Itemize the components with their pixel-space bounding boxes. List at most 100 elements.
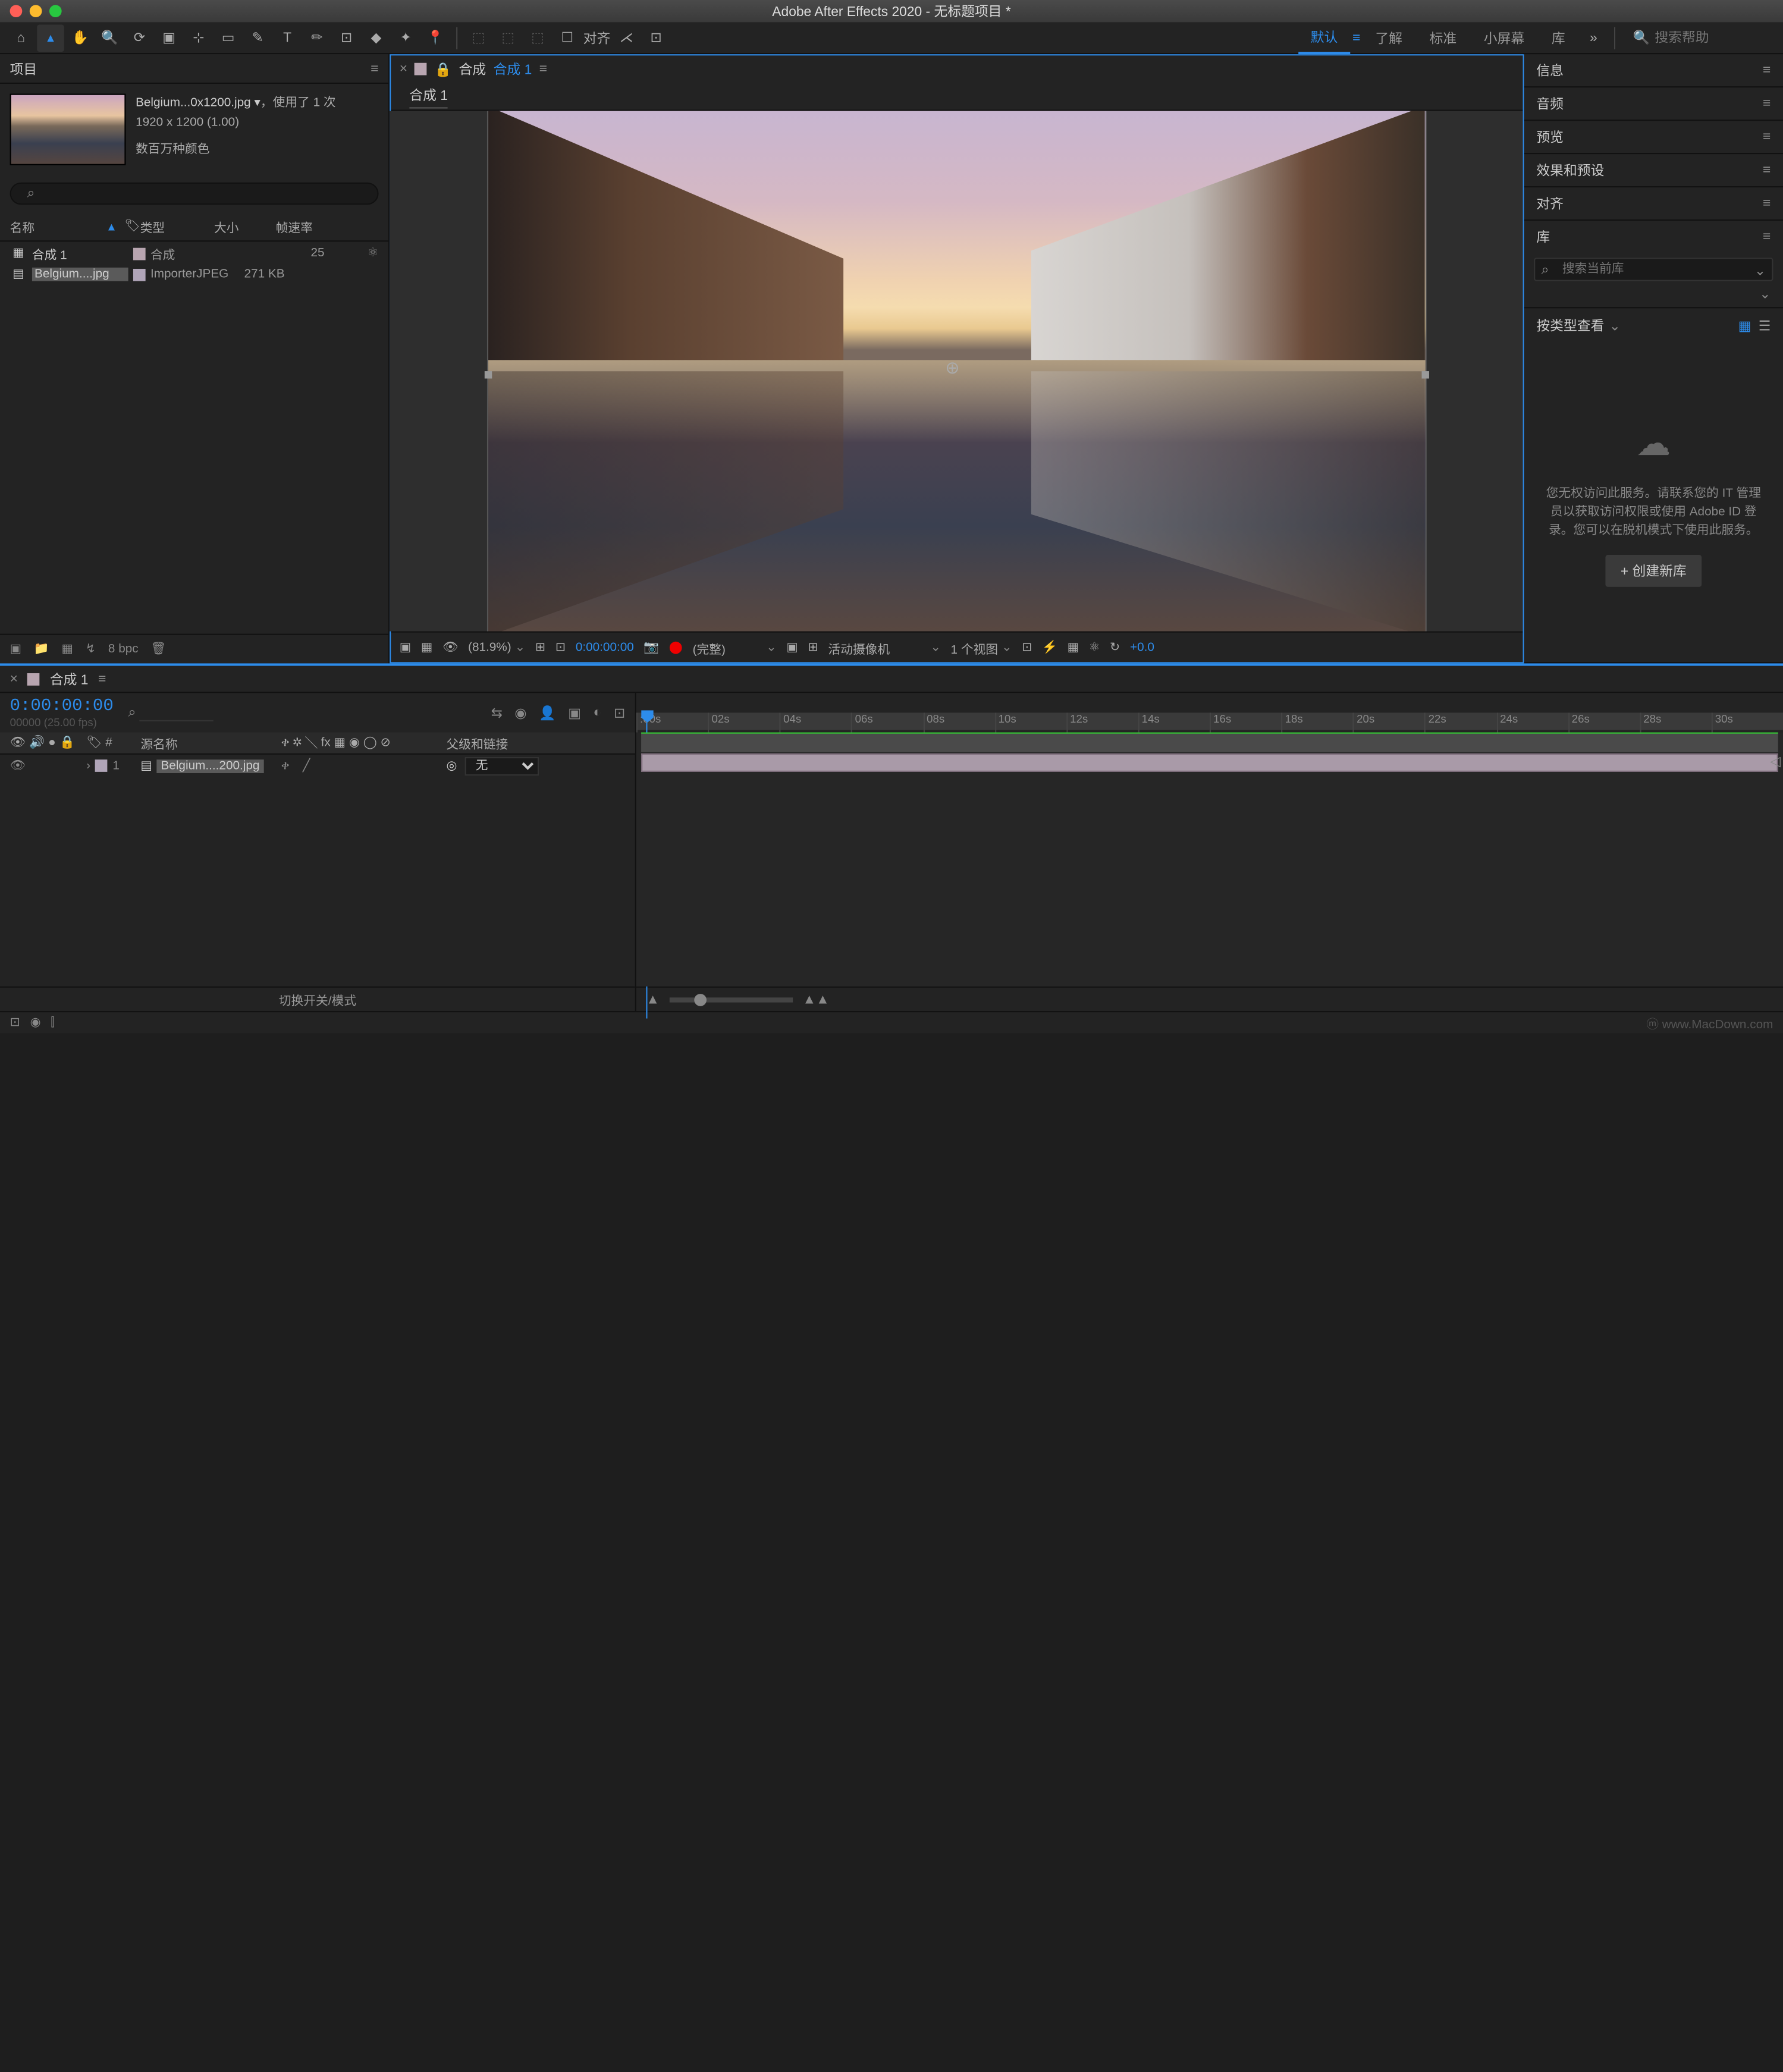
workspace-standard[interactable]: 标准 bbox=[1417, 23, 1469, 52]
project-tab[interactable]: 项目 bbox=[10, 58, 37, 78]
hand-tool[interactable]: ✋ bbox=[67, 24, 94, 51]
layer-duration-bar[interactable] bbox=[641, 754, 1778, 772]
project-search[interactable]: ⌕ bbox=[10, 183, 379, 205]
label-icon[interactable]: 🏷 bbox=[124, 219, 140, 233]
library-search-input[interactable] bbox=[1534, 258, 1773, 281]
type-tool[interactable]: T bbox=[274, 24, 301, 51]
flowchart-icon[interactable]: ⚛ bbox=[1089, 641, 1100, 655]
chevron-down-icon[interactable]: ⌄ bbox=[1609, 318, 1621, 334]
current-time[interactable]: 0:00:00:00 bbox=[576, 641, 634, 655]
new-folder-icon[interactable]: 📁 bbox=[34, 642, 49, 656]
preview-panel-header[interactable]: 预览≡ bbox=[1524, 121, 1783, 153]
zoom-tool[interactable]: 🔍 bbox=[96, 24, 124, 51]
workspace-overflow[interactable]: » bbox=[1580, 24, 1608, 51]
maximize-window-button[interactable] bbox=[49, 5, 62, 17]
solo-col-icon[interactable]: ● bbox=[48, 736, 56, 750]
zoom-out-icon[interactable]: ▲ bbox=[646, 992, 660, 1007]
trash-icon[interactable]: 🗑 bbox=[150, 642, 166, 656]
timeline-search[interactable]: ⌕ bbox=[128, 705, 214, 721]
comp-mini-flowchart-icon[interactable]: ⇆ bbox=[491, 705, 503, 721]
current-timecode[interactable]: 0:00:00:00 bbox=[10, 696, 114, 716]
resolution-icon-2[interactable]: ⊡ bbox=[555, 641, 566, 655]
comp-name[interactable]: 合成 1 bbox=[494, 59, 532, 79]
align-panel-header[interactable]: 对齐≡ bbox=[1524, 187, 1783, 219]
parent-dropdown[interactable]: 无 bbox=[464, 756, 538, 775]
panel-menu-icon[interactable]: ≡ bbox=[1763, 96, 1771, 111]
transparency-grid-icon[interactable]: ▦ bbox=[421, 641, 433, 655]
home-button[interactable]: ⌂ bbox=[7, 24, 34, 51]
close-tab-icon[interactable]: × bbox=[10, 671, 18, 686]
video-toggle[interactable]: 👁 bbox=[10, 759, 26, 773]
col-type[interactable]: 类型 bbox=[140, 217, 214, 236]
motion-blur-icon[interactable]: ◐ bbox=[594, 705, 602, 721]
zoom-dropdown[interactable]: (81.9%) ⌄ bbox=[468, 641, 525, 655]
toggle-switches-modes[interactable]: 切换开关/模式 bbox=[0, 987, 635, 1011]
workspace-small[interactable]: 小屏幕 bbox=[1471, 23, 1537, 52]
time-ruler[interactable]: :00s 02s 04s 06s 08s 10s 12s 14s 16s 18s… bbox=[636, 693, 1783, 732]
panel-menu-icon[interactable]: ≡ bbox=[1763, 130, 1771, 145]
brush-tool[interactable]: ✏ bbox=[303, 24, 331, 51]
effects-panel-header[interactable]: 效果和预设≡ bbox=[1524, 154, 1783, 186]
bpc-toggle[interactable]: 8 bpc bbox=[108, 642, 139, 656]
project-search-input[interactable] bbox=[10, 183, 379, 205]
workspace-menu-icon[interactable]: ≡ bbox=[1352, 30, 1360, 45]
timeline-icon[interactable]: ▦ bbox=[1068, 641, 1079, 655]
composition-viewer[interactable] bbox=[390, 111, 1523, 632]
lock-col-icon[interactable]: 🔒 bbox=[59, 736, 75, 750]
zoom-slider[interactable] bbox=[670, 997, 793, 1002]
workspace-library[interactable]: 库 bbox=[1539, 23, 1577, 52]
rectangle-tool[interactable]: ▭ bbox=[215, 24, 242, 51]
orbit-tool[interactable]: ⟳ bbox=[125, 24, 153, 51]
layer-label-color[interactable] bbox=[95, 759, 108, 772]
panel-menu-icon[interactable]: ≡ bbox=[1763, 63, 1771, 78]
label-col-icon[interactable]: 🏷 bbox=[86, 736, 102, 750]
timeline-layer[interactable]: 👁 ›1 ▤Belgium....200.jpg ቀ ╱ ◎无 bbox=[0, 755, 635, 777]
panel-menu-icon[interactable]: ≡ bbox=[1763, 163, 1771, 178]
timeline-tab-menu[interactable]: ≡ bbox=[98, 671, 106, 686]
parent-col[interactable]: 父级和链接 bbox=[447, 734, 626, 752]
pickwhip-icon[interactable]: ◎ bbox=[447, 759, 457, 773]
marker-add-icon[interactable]: ◁ bbox=[1770, 754, 1781, 770]
project-item[interactable]: ▦ 合成 1 合成 25 ⚛ bbox=[0, 241, 388, 265]
audio-col-icon[interactable]: 🔊 bbox=[29, 736, 45, 750]
roi-icon[interactable]: ▣ bbox=[786, 641, 798, 655]
project-panel-menu[interactable]: ≡ bbox=[371, 61, 378, 76]
pixel-aspect-icon[interactable]: ⊡ bbox=[1022, 641, 1032, 655]
timeline-track-area[interactable]: :00s 02s 04s 06s 08s 10s 12s 14s 16s 18s… bbox=[636, 693, 1783, 1011]
work-area-bar[interactable] bbox=[641, 733, 1778, 752]
roto-brush-tool[interactable]: ✦ bbox=[392, 24, 419, 51]
panel-menu-icon[interactable]: ≡ bbox=[1763, 230, 1771, 244]
timeline-tab[interactable]: 合成 1 bbox=[50, 669, 89, 689]
snap-option-2[interactable]: ⊡ bbox=[642, 24, 670, 51]
transform-handle-left[interactable] bbox=[484, 371, 491, 378]
grid-icon[interactable]: ⊞ bbox=[808, 641, 818, 655]
playhead[interactable] bbox=[641, 710, 654, 730]
col-fps[interactable]: 帧速率 bbox=[276, 217, 313, 236]
anchor-point-icon[interactable] bbox=[947, 363, 965, 380]
view-by-type[interactable]: 按类型查看 bbox=[1536, 316, 1604, 335]
asset-thumbnail[interactable] bbox=[10, 94, 126, 165]
close-tab-icon[interactable]: × bbox=[400, 62, 407, 77]
snap-option-1[interactable]: ⋌ bbox=[613, 24, 640, 51]
audio-panel-header[interactable]: 音频≡ bbox=[1524, 87, 1783, 120]
source-name-col[interactable]: 源名称 bbox=[140, 734, 276, 752]
adjust-icon[interactable]: ↯ bbox=[86, 642, 96, 656]
sort-indicator[interactable]: ▲ bbox=[106, 220, 117, 233]
interpret-icon[interactable]: ▣ bbox=[10, 642, 22, 656]
snapping-toggle[interactable]: ☐ bbox=[554, 24, 581, 51]
camera-dropdown[interactable]: 活动摄像机 ⌄ bbox=[828, 639, 940, 657]
grid-view-icon[interactable]: ▦ bbox=[1738, 318, 1751, 334]
label-color[interactable] bbox=[133, 247, 146, 260]
status-icon-3[interactable]: ⫿ bbox=[51, 1016, 55, 1029]
eraser-tool[interactable]: ◆ bbox=[363, 24, 390, 51]
library-search[interactable]: ⌕ ⌄ bbox=[1534, 258, 1773, 281]
col-size[interactable]: 大小 bbox=[214, 217, 276, 236]
lock-icon[interactable]: 🔒 bbox=[435, 61, 451, 77]
switch-1[interactable]: ቀ bbox=[281, 759, 290, 773]
status-icon-1[interactable]: ⊡ bbox=[10, 1016, 20, 1029]
unified-camera-tool[interactable]: ▣ bbox=[155, 24, 183, 51]
snapshot-icon[interactable]: 📷 bbox=[643, 641, 659, 655]
chevron-down-icon[interactable]: ⌄ bbox=[1754, 263, 1766, 279]
resolution-icon-1[interactable]: ⊞ bbox=[535, 641, 545, 655]
graph-editor-icon[interactable]: ⊡ bbox=[614, 705, 625, 721]
